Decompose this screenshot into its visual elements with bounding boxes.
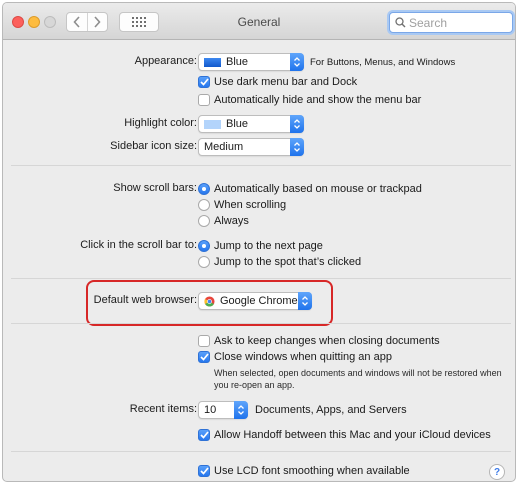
close-windows-row: Close windows when quitting an app [3,348,515,366]
highlight-color-value: Blue [226,118,249,130]
radio-selected-icon [198,183,210,195]
checkbox-checked-icon [198,465,210,477]
ask-keep-changes-checkbox[interactable]: Ask to keep changes when closing documen… [198,335,440,347]
checkbox-unchecked-icon [198,94,210,106]
sidebar-icon-size-label: Sidebar icon size: [110,140,197,152]
popup-arrows-icon [234,401,248,419]
highlight-color-popup[interactable]: Blue [198,115,304,133]
blue-swatch [204,57,221,67]
auto-hide-label: Automatically hide and show the menu bar [214,94,422,106]
checkbox-checked-icon [198,351,210,363]
dark-menu-label: Use dark menu bar and Dock [214,76,358,88]
close-windows-note: When selected, open documents and window… [214,368,502,390]
auto-hide-row: Automatically hide and show the menu bar [3,91,515,109]
light-blue-swatch [204,119,221,129]
recent-items-suffix: Documents, Apps, and Servers [255,404,407,416]
highlight-color-row: Highlight color: Blue [3,115,515,133]
help-button[interactable]: ? [489,464,505,480]
title-bar: General [3,3,515,40]
popup-arrows-icon [290,115,304,133]
scroll-bars-when-scrolling-radio[interactable]: When scrolling [198,199,286,211]
handoff-row: Allow Handoff between this Mac and your … [3,426,515,444]
recent-items-label: Recent items: [129,403,197,415]
recent-items-value: 10 [204,404,217,416]
lcd-smoothing-checkbox[interactable]: Use LCD font smoothing when available [198,465,410,477]
lcd-smoothing-row: Use LCD font smoothing when available [3,462,515,480]
scroll-click-row: Jump to the spot that’s clicked [3,253,515,271]
appearance-row: Appearance: Blue For Buttons, Menus, and… [3,53,515,71]
close-windows-checkbox[interactable]: Close windows when quitting an app [198,351,392,363]
jump-next-page-radio[interactable]: Jump to the next page [198,240,323,252]
jump-to-spot-radio[interactable]: Jump to the spot that’s clicked [198,256,361,268]
separator [11,323,511,324]
handoff-checkbox[interactable]: Allow Handoff between this Mac and your … [198,429,491,441]
scroll-bars-option-label: Always [214,215,249,227]
appearance-value: Blue [226,56,249,68]
radio-unselected-icon [198,199,210,211]
scroll-bars-label: Show scroll bars: [113,182,197,194]
checkbox-checked-icon [198,429,210,441]
scroll-bars-row: Always [3,212,515,230]
recent-items-popup[interactable]: 10 [198,401,248,419]
appearance-popup[interactable]: Blue [198,53,304,71]
lcd-smoothing-label: Use LCD font smoothing when available [214,465,410,477]
radio-unselected-icon [198,256,210,268]
popup-arrows-icon [290,138,304,156]
dark-menu-row: Use dark menu bar and Dock [3,73,515,91]
scroll-bars-option-label: When scrolling [214,199,287,211]
scroll-bars-option-label: Automatically based on mouse or trackpad [214,183,422,195]
handoff-label: Allow Handoff between this Mac and your … [214,429,491,441]
popup-arrows-icon [290,53,304,71]
separator [11,278,511,279]
scroll-click-label: Click in the scroll bar to: [80,239,197,251]
sidebar-icon-size-value: Medium [204,141,244,153]
search-icon [395,17,406,28]
dark-menu-checkbox[interactable]: Use dark menu bar and Dock [198,76,357,88]
appearance-note: For Buttons, Menus, and Windows [310,56,456,68]
separator [11,451,511,452]
search-field[interactable] [389,12,513,33]
recent-items-row: Recent items: 10 Documents, Apps, and Se… [3,401,515,419]
separator [11,165,511,166]
checkbox-checked-icon [198,76,210,88]
checkbox-unchecked-icon [198,335,210,347]
appearance-label: Appearance: [134,55,197,67]
ask-keep-changes-label: Ask to keep changes when closing documen… [214,335,440,347]
scroll-bars-automatic-radio[interactable]: Automatically based on mouse or trackpad [198,183,422,195]
radio-selected-icon [198,240,210,252]
sidebar-icon-size-popup[interactable]: Medium [198,138,304,156]
preferences-window: General Appearance: Blue For Buttons, Me… [2,2,516,482]
sidebar-icon-size-row: Sidebar icon size: Medium [3,138,515,156]
scroll-click-option-label: Jump to the next page [214,240,323,252]
scroll-click-option-label: Jump to the spot that’s clicked [214,256,362,268]
auto-hide-menu-checkbox[interactable]: Automatically hide and show the menu bar [198,94,421,106]
close-windows-label: Close windows when quitting an app [214,351,392,363]
radio-unselected-icon [198,215,210,227]
scroll-bars-always-radio[interactable]: Always [198,215,249,227]
default-browser-highlight [86,280,333,326]
search-input[interactable] [409,14,505,31]
highlight-color-label: Highlight color: [124,117,197,129]
